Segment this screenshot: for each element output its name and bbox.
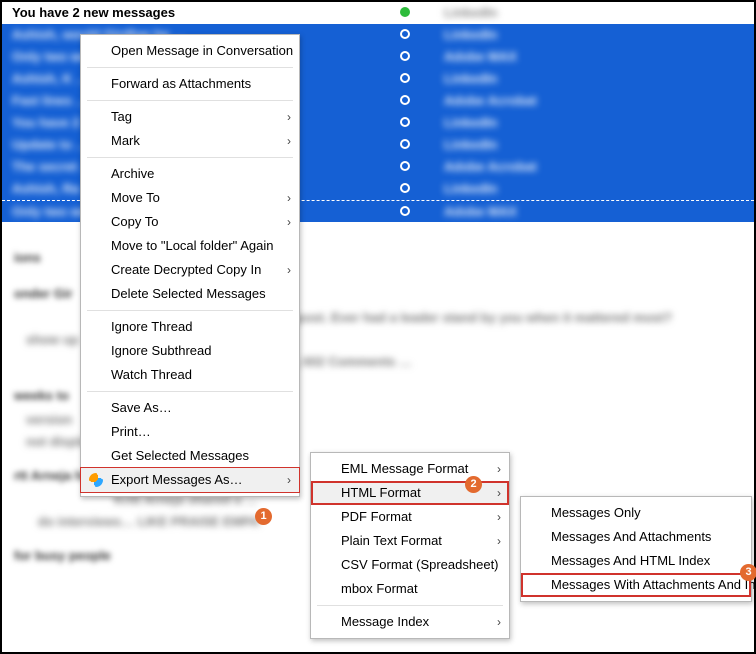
menu-delete-selected[interactable]: Delete Selected Messages bbox=[81, 282, 299, 306]
message-sender: LinkedIn bbox=[444, 68, 497, 90]
menu-get-selected[interactable]: Get Selected Messages bbox=[81, 444, 299, 468]
chevron-right-icon: › bbox=[287, 129, 291, 153]
menu-copy-to[interactable]: Copy To› bbox=[81, 210, 299, 234]
message-sender: LinkedIn bbox=[444, 178, 497, 200]
menu-csv-format[interactable]: CSV Format (Spreadsheet) bbox=[311, 553, 509, 577]
annotation-badge-2: 2 bbox=[465, 476, 482, 493]
menu-save-as[interactable]: Save As… bbox=[81, 396, 299, 420]
chevron-right-icon: › bbox=[287, 468, 291, 492]
menu-messages-and-html-index[interactable]: Messages And HTML Index bbox=[521, 549, 751, 573]
message-sender: LinkedIn bbox=[444, 24, 497, 46]
chevron-right-icon: › bbox=[497, 481, 501, 505]
detail-line: 375, 602 Comments … bbox=[274, 354, 742, 370]
context-menu: Open Message in Conversation Forward as … bbox=[80, 34, 300, 497]
annotation-badge-1: 1 bbox=[255, 508, 272, 525]
chevron-right-icon: › bbox=[497, 610, 501, 634]
menu-export-messages-as[interactable]: Export Messages As…› bbox=[81, 468, 299, 492]
message-sender: Adobe Acrobat bbox=[444, 90, 537, 112]
menu-print[interactable]: Print… bbox=[81, 420, 299, 444]
status-dot-icon bbox=[400, 161, 410, 171]
status-dot-icon bbox=[400, 7, 410, 17]
chevron-right-icon: › bbox=[497, 505, 501, 529]
menu-move-again[interactable]: Move to "Local folder" Again bbox=[81, 234, 299, 258]
message-sender: LinkedIn bbox=[444, 2, 497, 24]
menu-mark[interactable]: Mark› bbox=[81, 129, 299, 153]
chevron-right-icon: › bbox=[287, 186, 291, 210]
message-row[interactable]: You have 2 new messages LinkedIn bbox=[2, 2, 754, 24]
message-sender: Adobe MAX bbox=[444, 46, 517, 68]
message-subject: Ashish, K … bbox=[12, 68, 89, 90]
menu-pdf-format[interactable]: PDF Format› bbox=[311, 505, 509, 529]
status-dot-icon bbox=[400, 206, 410, 216]
status-dot-icon bbox=[400, 139, 410, 149]
chevron-right-icon: › bbox=[287, 210, 291, 234]
chevron-right-icon: › bbox=[497, 457, 501, 481]
menu-create-decrypted[interactable]: Create Decrypted Copy In› bbox=[81, 258, 299, 282]
menu-plain-text-format[interactable]: Plain Text Format› bbox=[311, 529, 509, 553]
message-subject: Fast lines … bbox=[12, 90, 89, 112]
menu-ignore-thread[interactable]: Ignore Thread bbox=[81, 315, 299, 339]
menu-ignore-subthread[interactable]: Ignore Subthread bbox=[81, 339, 299, 363]
chevron-right-icon: › bbox=[287, 105, 291, 129]
menu-move-to[interactable]: Move To› bbox=[81, 186, 299, 210]
chevron-right-icon: › bbox=[497, 529, 501, 553]
message-sender: LinkedIn bbox=[444, 134, 497, 156]
menu-open-in-conversation[interactable]: Open Message in Conversation bbox=[81, 39, 299, 63]
html-format-submenu: Messages Only Messages And Attachments M… bbox=[520, 496, 752, 602]
menu-tag[interactable]: Tag› bbox=[81, 105, 299, 129]
message-subject: Update to … bbox=[12, 134, 89, 156]
menu-watch-thread[interactable]: Watch Thread bbox=[81, 363, 299, 387]
message-sender: Adobe MAX bbox=[444, 201, 517, 223]
menu-mbox-format[interactable]: mbox Format bbox=[311, 577, 509, 601]
menu-message-index[interactable]: Message Index› bbox=[311, 610, 509, 634]
menu-archive[interactable]: Archive bbox=[81, 162, 299, 186]
chevron-right-icon: › bbox=[287, 258, 291, 282]
status-dot-icon bbox=[400, 29, 410, 39]
status-dot-icon bbox=[400, 51, 410, 61]
status-dot-icon bbox=[400, 183, 410, 193]
menu-messages-and-attachments[interactable]: Messages And Attachments bbox=[521, 525, 751, 549]
annotation-badge-3: 3 bbox=[740, 564, 756, 581]
message-sender: Adobe Acrobat bbox=[444, 156, 537, 178]
message-sender: LinkedIn bbox=[444, 112, 497, 134]
menu-messages-only[interactable]: Messages Only bbox=[521, 501, 751, 525]
menu-messages-with-attachments-and-index[interactable]: Messages With Attachments And Index bbox=[521, 573, 751, 597]
detail-line: d a post. Ever had a leader stand by you… bbox=[274, 310, 742, 326]
message-subject: You have 2 new messages bbox=[12, 2, 175, 24]
status-dot-icon bbox=[400, 117, 410, 127]
status-dot-icon bbox=[400, 95, 410, 105]
status-dot-icon bbox=[400, 73, 410, 83]
menu-forward-as-attachments[interactable]: Forward as Attachments bbox=[81, 72, 299, 96]
